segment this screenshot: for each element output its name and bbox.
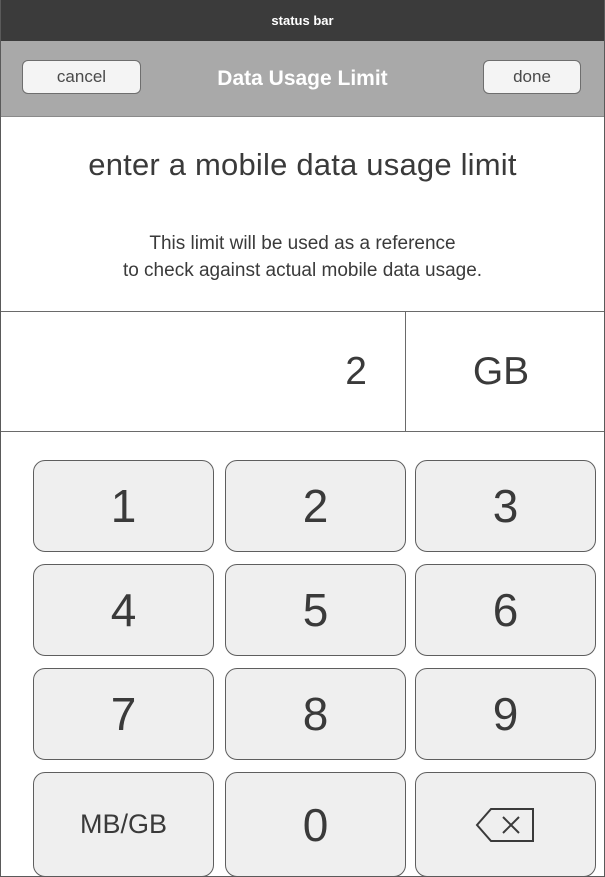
limit-unit-label: GB [472, 349, 530, 393]
key-7[interactable]: 7 [33, 668, 214, 760]
cancel-button[interactable]: cancel [22, 60, 141, 94]
backspace-icon [475, 807, 534, 842]
key-2[interactable]: 2 [225, 460, 406, 552]
key-3[interactable]: 3 [415, 460, 596, 552]
prompt-description-line-2: to check against actual mobile data usag… [122, 260, 483, 281]
backspace-key[interactable] [415, 772, 596, 876]
key-0[interactable]: 0 [225, 772, 406, 876]
prompt-title: enter a mobile data usage limit [88, 147, 517, 182]
key-6[interactable]: 6 [415, 564, 596, 656]
status-bar-label: status bar [271, 13, 334, 28]
key-4[interactable]: 4 [33, 564, 214, 656]
status-bar: status bar [1, 0, 604, 41]
unit-toggle-key[interactable]: MB/GB [33, 772, 214, 876]
key-5[interactable]: 5 [225, 564, 406, 656]
data-usage-limit-screen: status bar Data Usage Limit cancel done … [0, 0, 605, 877]
key-1[interactable]: 1 [33, 460, 214, 552]
prompt-description-line-1: This limit will be used as a reference [149, 233, 456, 254]
key-9[interactable]: 9 [415, 668, 596, 760]
prompt-description: This limit will be used as a reference t… [1, 230, 604, 284]
navigation-bar: Data Usage Limit cancel done [1, 41, 604, 117]
key-8[interactable]: 8 [225, 668, 406, 760]
numeric-keypad: 1 2 3 4 5 6 7 8 9 MB/GB 0 [1, 432, 604, 876]
limit-value-field[interactable]: 2 [1, 312, 406, 431]
prompt-section: enter a mobile data usage limit This lim… [1, 117, 604, 312]
entry-row: 2 GB [1, 312, 604, 432]
done-button[interactable]: done [483, 60, 581, 94]
